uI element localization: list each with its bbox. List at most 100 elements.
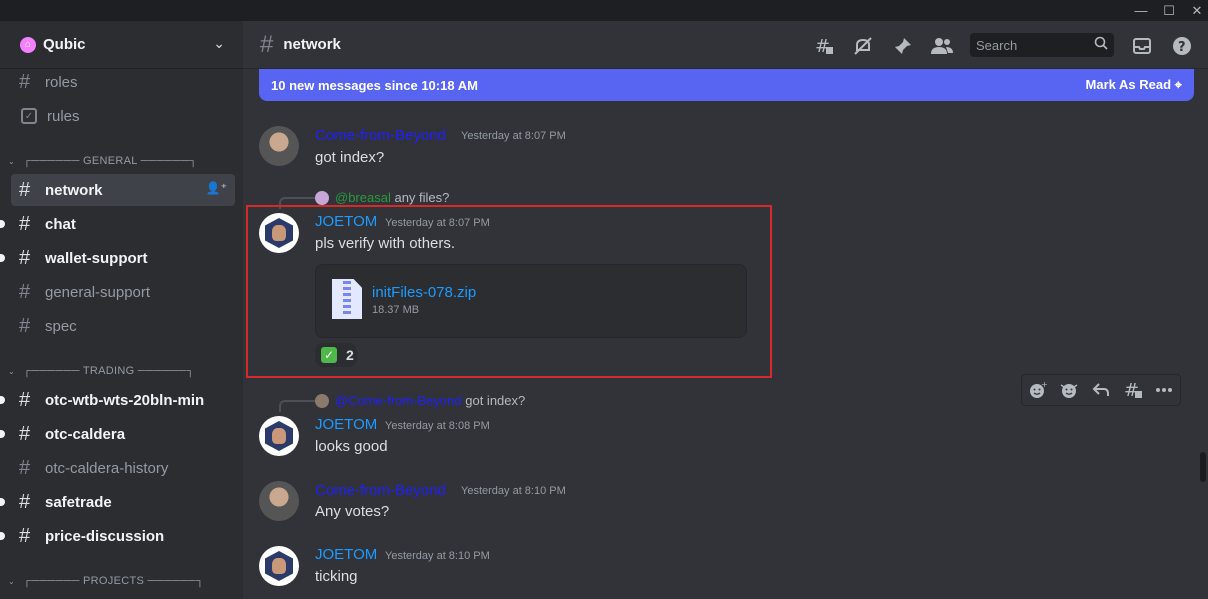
channel-otc-wtb-wts-20bln-min[interactable]: # otc-wtb-wts-20bln-min	[0, 384, 235, 416]
new-messages-text: 10 new messages since 10:18 AM	[271, 77, 478, 93]
scrollbar-thumb[interactable]	[1200, 452, 1206, 482]
mark-as-read-button[interactable]: Mark As Read ⌖	[1086, 77, 1182, 93]
channel-safetrade[interactable]: # safetrade	[0, 486, 235, 518]
message-hover-toolbar: + #	[1021, 374, 1181, 406]
more-icon[interactable]	[1148, 375, 1180, 405]
invite-icon[interactable]: 👤⁺	[206, 181, 227, 195]
channel-label: otc-caldera-history	[45, 459, 169, 477]
unread-indicator	[0, 430, 5, 438]
hash-icon: #	[19, 178, 31, 201]
channel-label: roles	[45, 73, 78, 91]
hash-icon: #	[19, 388, 31, 411]
reply-avatar[interactable]	[315, 191, 329, 205]
avatar[interactable]	[259, 546, 299, 586]
channel-label: otc-caldera	[45, 425, 126, 443]
message-author[interactable]: JOETOM	[315, 416, 377, 433]
channel-label: otc-wtb-wts-20bln-min	[45, 391, 205, 409]
message-author[interactable]: Come-from-Beyond	[315, 127, 446, 144]
zip-file-icon	[332, 279, 362, 319]
chat-area: # network # Search ? 10 new messages sin…	[243, 21, 1208, 599]
channel-price-discussion[interactable]: # price-discussion	[0, 520, 235, 552]
reply-preview[interactable]: @Come-from-Beyond got index?	[335, 393, 525, 408]
pin-icon[interactable]	[891, 34, 915, 58]
reaction-count: 2	[346, 347, 354, 363]
channel-label: wallet-support	[45, 249, 148, 267]
window-titlebar: — ☐ ✕	[0, 0, 1208, 21]
message-author[interactable]: JOETOM	[315, 546, 377, 563]
inbox-icon[interactable]	[1130, 34, 1154, 58]
message-timestamp: Yesterday at 8:07 PM	[385, 217, 490, 229]
file-attachment[interactable]: initFiles-078.zip 18.37 MB	[315, 264, 747, 338]
rules-icon: ✓	[21, 108, 37, 124]
channel-otc-caldera-history[interactable]: # otc-caldera-history	[11, 452, 235, 484]
hash-icon: #	[19, 422, 31, 445]
channel-label: spec	[45, 317, 77, 335]
file-size: 18.37 MB	[372, 304, 420, 316]
add-reaction-icon[interactable]: +	[1022, 375, 1054, 405]
channel-otc-caldera[interactable]: # otc-caldera	[0, 418, 235, 450]
avatar[interactable]	[259, 481, 299, 521]
message-text: got index?	[315, 149, 385, 166]
mark-as-read-label: Mark As Read	[1085, 77, 1172, 92]
hash-icon: #	[19, 212, 31, 235]
create-thread-icon[interactable]: #	[1117, 375, 1149, 405]
unread-indicator	[0, 532, 5, 540]
chevron-down-icon[interactable]: ⌄	[213, 35, 225, 52]
channel-label: safetrade	[45, 493, 112, 511]
avatar[interactable]	[259, 213, 299, 253]
channel-spec[interactable]: # spec	[11, 310, 235, 342]
server-header[interactable]: ⌂ Qubic ⌄	[0, 21, 243, 69]
hash-icon: #	[19, 490, 31, 513]
new-messages-banner[interactable]: 10 new messages since 10:18 AM Mark As R…	[259, 69, 1194, 101]
notification-muted-icon[interactable]	[851, 34, 875, 58]
super-reaction-icon[interactable]	[1054, 375, 1086, 405]
channel-roles[interactable]: # roles	[11, 66, 235, 98]
category-general[interactable]: ⌄ ┌────── GENERAL ──────┐	[8, 151, 197, 171]
members-icon[interactable]	[930, 34, 954, 58]
category-label: ┌────── GENERAL ──────┐	[23, 155, 198, 167]
threads-icon[interactable]: #	[812, 34, 836, 58]
close-button[interactable]: ✕	[1180, 0, 1208, 21]
server-name: Qubic	[43, 36, 86, 53]
category-trading[interactable]: ⌄ ┌────── TRADING ──────┐	[8, 361, 194, 381]
mark-read-icon: ⌖	[1174, 77, 1182, 92]
message-author[interactable]: JOETOM	[315, 213, 377, 230]
unread-indicator	[0, 396, 5, 404]
reply-avatar[interactable]	[315, 394, 329, 408]
channel-network[interactable]: # network 👤⁺	[11, 174, 235, 206]
reaction-button[interactable]: ✓ 2	[315, 343, 357, 367]
message-author[interactable]: Come-from-Beyond	[315, 482, 446, 499]
reply-connector	[279, 197, 317, 209]
avatar[interactable]	[259, 416, 299, 456]
reply-icon[interactable]	[1085, 375, 1117, 405]
channel-label: network	[45, 181, 103, 199]
search-input[interactable]: Search	[970, 33, 1114, 57]
file-name-link[interactable]: initFiles-078.zip	[372, 284, 476, 301]
unread-indicator	[0, 498, 5, 506]
chevron-down-icon: ⌄	[8, 366, 16, 376]
hash-icon: #	[19, 70, 31, 93]
svg-text:+: +	[1041, 381, 1047, 389]
help-icon[interactable]: ?	[1170, 34, 1194, 58]
chevron-down-icon: ⌄	[8, 156, 16, 166]
channel-wallet-support[interactable]: # wallet-support	[0, 242, 235, 274]
hash-icon: #	[260, 30, 274, 58]
home-icon: ⌂	[20, 36, 36, 53]
message-timestamp: Yesterday at 8:07 PM	[461, 130, 566, 142]
channel-rules[interactable]: ✓ rules	[11, 100, 235, 132]
hash-icon: #	[19, 280, 31, 303]
hash-icon: #	[19, 314, 31, 337]
unread-indicator	[0, 220, 5, 228]
channel-title: network	[283, 36, 341, 53]
reply-preview-text: any files?	[394, 190, 450, 205]
message-text: Any votes?	[315, 503, 390, 520]
channel-label: chat	[45, 215, 76, 233]
category-label: ┌────── PROJECTS ──────┐	[23, 575, 205, 587]
category-projects[interactable]: ⌄ ┌────── PROJECTS ──────┐	[8, 571, 204, 591]
channel-general-support[interactable]: # general-support	[11, 276, 235, 308]
check-mark-emoji-icon: ✓	[321, 347, 337, 363]
avatar[interactable]	[259, 126, 299, 166]
chevron-down-icon: ⌄	[8, 576, 16, 586]
reply-preview[interactable]: @breasal any files?	[335, 190, 449, 205]
channel-chat[interactable]: # chat	[0, 208, 235, 240]
